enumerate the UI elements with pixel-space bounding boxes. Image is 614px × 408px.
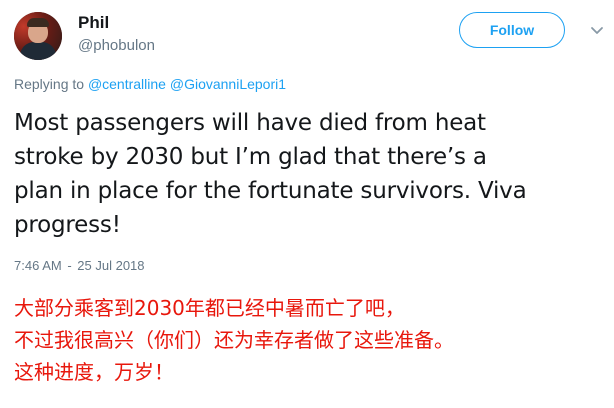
timestamp-time: 7:46 AM xyxy=(14,258,62,273)
timestamp-date: 25 Jul 2018 xyxy=(77,258,145,273)
tweet-text-line: Most passengers will have died from heat xyxy=(14,110,486,136)
translation-line: 不过我很高兴（你们）还为幸存者做了这些准备。 xyxy=(14,328,454,352)
translation-line: 大部分乘客到2030年都已经中暑而亡了吧， xyxy=(14,296,405,320)
follow-button[interactable]: Follow xyxy=(459,12,565,48)
avatar[interactable] xyxy=(14,12,62,60)
chevron-down-icon[interactable] xyxy=(589,22,605,38)
tweet-card: Phil @phobulon Follow Replying to @centr… xyxy=(0,0,614,408)
chinese-translation: 大部分乘客到2030年都已经中暑而亡了吧， 不过我很高兴（你们）还为幸存者做了这… xyxy=(14,292,610,388)
translation-line: 这种进度，万岁！ xyxy=(14,360,174,384)
timestamp[interactable]: 7:46 AM - 25 Jul 2018 xyxy=(14,258,145,273)
author-names: Phil @phobulon xyxy=(78,12,155,56)
tweet-header: Phil @phobulon Follow xyxy=(14,8,605,60)
replying-to-label: Replying to xyxy=(14,76,85,92)
tweet-text-line: plan in place for the fortunate survivor… xyxy=(14,178,527,204)
tweet-text: Most passengers will have died from heat… xyxy=(14,106,594,242)
user-handle[interactable]: @phobulon xyxy=(78,36,155,56)
tweet-text-line: progress! xyxy=(14,212,121,238)
display-name[interactable]: Phil xyxy=(78,12,155,34)
mention-link[interactable]: @centralline xyxy=(88,76,166,92)
mention-link[interactable]: @GiovanniLepori1 xyxy=(170,76,286,92)
replying-to: Replying to @centralline @GiovanniLepori… xyxy=(14,76,286,92)
tweet-text-line: stroke by 2030 but I’m glad that there’s… xyxy=(14,144,487,170)
timestamp-separator: - xyxy=(67,258,72,273)
